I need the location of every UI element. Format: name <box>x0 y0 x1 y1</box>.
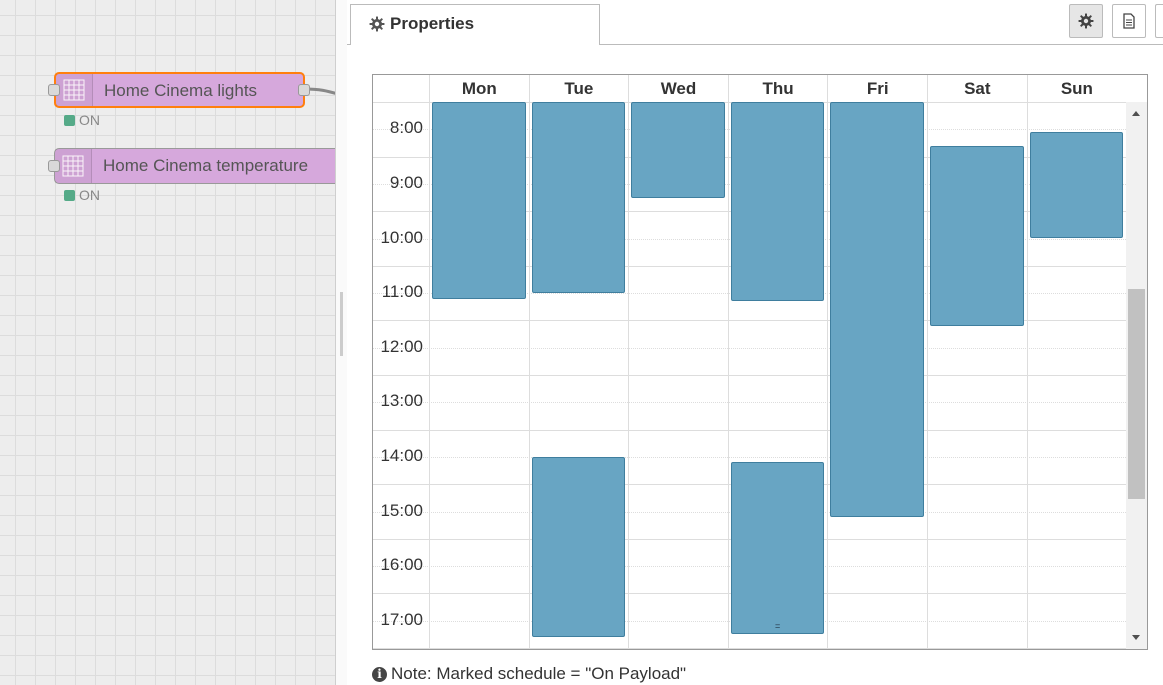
schedule-block-fri[interactable] <box>830 102 924 517</box>
info-icon: i <box>372 667 387 682</box>
tab-properties[interactable]: Properties <box>350 4 600 45</box>
resize-grip[interactable] <box>340 292 343 356</box>
node-status: ON <box>64 187 100 203</box>
schedule-block-thu[interactable] <box>730 102 825 302</box>
hour-gridline <box>373 456 1126 458</box>
node-home-cinema-temperature[interactable]: Home Cinema temperature <box>54 148 354 184</box>
schedule-body[interactable]: 8:00 9:00 10:00 11:00 12:00 13:00 14:00 15:00 16… <box>373 102 1126 649</box>
panel-resize-handle[interactable] <box>335 0 347 685</box>
sidebar-tabbar: Properties <box>347 0 1163 45</box>
document-icon <box>1123 13 1135 29</box>
day-header-thu: Thu <box>727 75 828 102</box>
settings-button[interactable] <box>1069 4 1103 38</box>
gear-icon <box>1078 13 1094 29</box>
time-label: 8:00 <box>389 118 423 138</box>
schedule-scrollbar[interactable] <box>1126 102 1147 649</box>
status-dot-icon <box>64 115 75 126</box>
node-home-cinema-lights[interactable]: Home Cinema lights <box>54 72 305 108</box>
time-label: 16:00 <box>380 555 423 575</box>
schedule-block-tue[interactable] <box>531 102 626 294</box>
half-hour-gridline <box>373 429 1126 431</box>
hour-gridline <box>373 402 1126 404</box>
schedule-block-tue[interactable] <box>531 456 626 638</box>
sidebar-panel: Properties Mon Tue Wed Thu Fri Sat Sun 8:00 9:0… <box>347 0 1163 685</box>
scroll-down-icon[interactable] <box>1132 635 1140 640</box>
half-hour-gridline <box>373 375 1126 376</box>
info-document-button[interactable] <box>1112 4 1146 38</box>
input-port[interactable] <box>48 84 60 96</box>
day-header-mon: Mon <box>429 75 529 102</box>
node-status: ON <box>64 112 100 128</box>
hour-gridline <box>373 347 1126 349</box>
time-label: 10:00 <box>380 227 423 247</box>
time-label: 15:00 <box>380 500 423 520</box>
status-dot-icon <box>64 190 75 201</box>
day-header-sun: Sun <box>1026 75 1127 102</box>
more-tabs-button[interactable] <box>1155 4 1163 38</box>
time-label: 11:00 <box>381 282 423 302</box>
input-port[interactable] <box>48 160 60 172</box>
flow-canvas[interactable]: Home Cinema lights ON Home Cinema temper… <box>0 0 354 685</box>
node-label: Home Cinema temperature <box>103 156 309 175</box>
day-header-tue: Tue <box>528 75 629 102</box>
scroll-up-icon[interactable] <box>1132 111 1140 116</box>
half-hour-gridline <box>373 648 1126 649</box>
gear-icon <box>369 16 385 32</box>
schedule-block-sat[interactable] <box>930 145 1024 326</box>
output-port[interactable] <box>298 84 310 96</box>
time-label: 14:00 <box>380 445 423 465</box>
calendar-grid-icon <box>55 149 92 183</box>
scroll-thumb[interactable] <box>1128 289 1145 500</box>
schedule-note: i Note: Marked schedule = "On Payload" <box>372 664 686 684</box>
node-label: Home Cinema lights <box>104 81 258 100</box>
time-label: 13:00 <box>380 391 423 411</box>
weekly-schedule-grid[interactable]: Mon Tue Wed Thu Fri Sat Sun 8:00 9:00 10:00 11:00… <box>372 74 1148 650</box>
schedule-block-thu[interactable]: = <box>730 462 825 635</box>
tab-label: Properties <box>390 14 475 33</box>
time-label: 9:00 <box>389 172 423 192</box>
schedule-block-sun[interactable] <box>1029 132 1124 239</box>
day-header-fri: Fri <box>827 75 927 102</box>
calendar-grid-icon <box>56 74 93 106</box>
schedule-block-wed[interactable] <box>631 102 725 198</box>
time-label: 12:00 <box>380 336 423 356</box>
day-header-row: Mon Tue Wed Thu Fri Sat Sun <box>373 75 1126 103</box>
day-header-sat: Sat <box>927 75 1027 102</box>
time-label: 17:00 <box>380 609 423 629</box>
resize-handle-icon[interactable]: = <box>775 622 780 631</box>
day-header-wed: Wed <box>628 75 728 102</box>
schedule-block-mon[interactable] <box>432 102 526 299</box>
